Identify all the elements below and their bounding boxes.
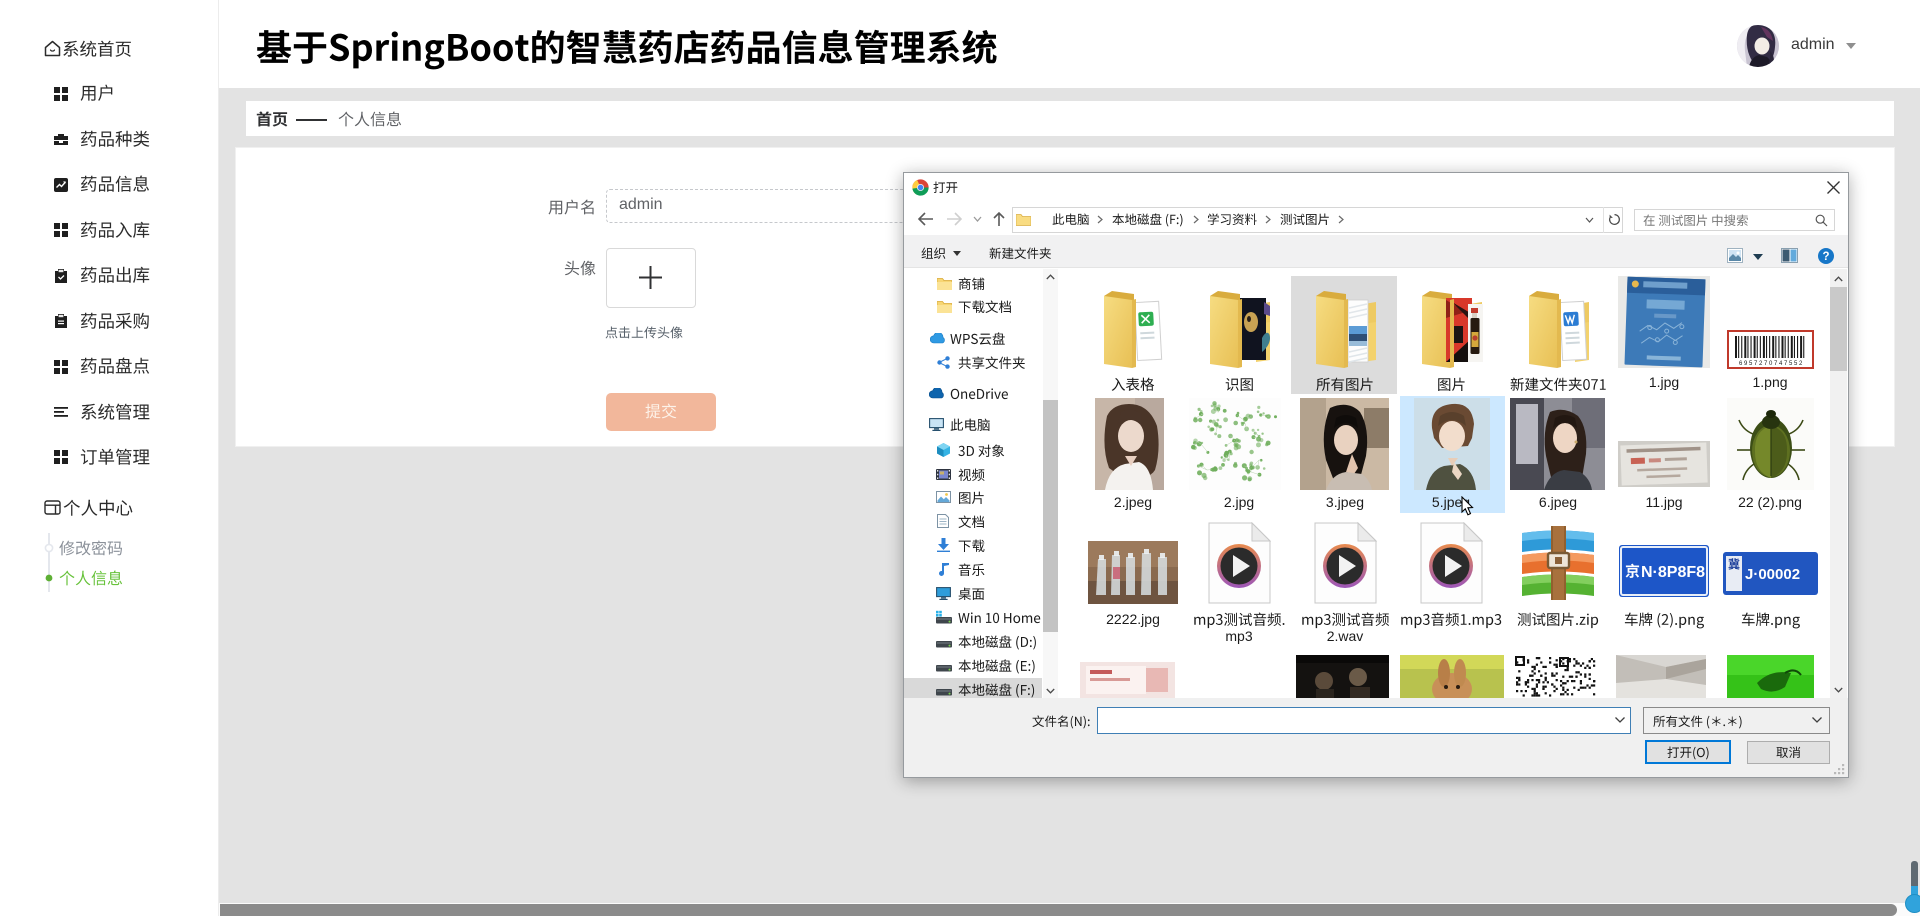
svg-text:J·00002: J·00002 [1745,566,1800,583]
svg-text:N·8P8F8: N·8P8F8 [1641,564,1705,581]
svg-text:?: ? [1822,251,1829,263]
svg-text:6 9 5 7 2 7 0 7 4 7 5 5 2: 6 9 5 7 2 7 0 7 4 7 5 5 2 [1739,361,1803,367]
